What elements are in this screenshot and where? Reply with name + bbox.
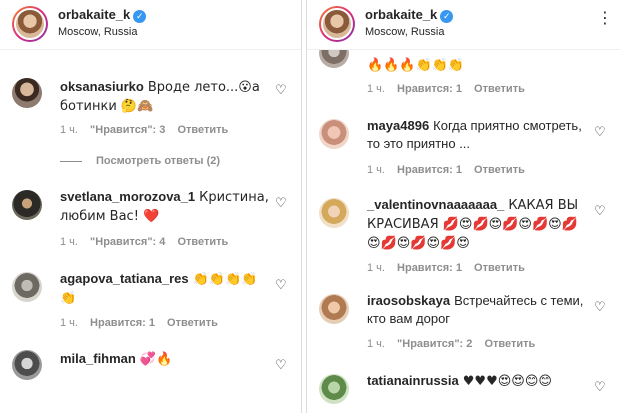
commenter-avatar[interactable] [319, 198, 349, 228]
heart-outline-icon[interactable]: ♡ [275, 278, 287, 291]
comment-text-block: svetlana_morozova_1 Кристина, любим Вас! … [60, 188, 269, 226]
comment-text-block: tatianainrussia ♥♥♥😍😍😊😊 [367, 372, 584, 391]
heart-outline-icon[interactable]: ♡ [275, 358, 287, 371]
view-replies-label[interactable]: Посмотреть ответы (2) [96, 155, 220, 167]
comment-meta: 1 ч. "Нравится": 4 Ответить [60, 236, 237, 248]
comment-username[interactable]: _valentinovnaaaaaaa_ [367, 197, 504, 212]
post-header: orbakaite_k ✓ Moscow, Russia [0, 0, 301, 50]
header-username[interactable]: orbakaite_k [365, 7, 437, 22]
comment-likes[interactable]: "Нравится": 3 [90, 124, 165, 136]
verified-badge-icon: ✓ [133, 10, 147, 23]
reply-button[interactable]: Ответить [474, 164, 525, 176]
reply-button[interactable]: Ответить [177, 124, 228, 136]
comment-meta: 1 ч. "Нравится": 3 Ответить [60, 124, 237, 136]
comment-likes[interactable]: "Нравится": 4 [90, 236, 165, 248]
commenter-avatar[interactable] [12, 350, 42, 380]
header-location[interactable]: Moscow, Russia [365, 26, 444, 38]
comment-text-block: _valentinovnaaaaaaa_ КАКАЯ ВЫ КРАСИВАЯ 💋😍… [367, 196, 584, 253]
comment-likes[interactable]: Нравится: 1 [90, 317, 155, 329]
comment-text-block: oksanasiurko Вроде лето...😮а ботинки 🤔🙈 [60, 78, 265, 116]
header-location[interactable]: Moscow, Russia [58, 26, 137, 38]
comment-text: 💞🔥 [139, 352, 173, 367]
header-username-link[interactable]: orbakaite_k ✓ [58, 7, 147, 23]
comments-panel-right: 🔥🔥🔥👏👏👏 1 ч. Нравится: 1 Ответить orbakai… [307, 0, 620, 413]
comment-meta: 1 ч. Нравится: 1 Ответить [60, 317, 227, 329]
commenter-avatar[interactable] [319, 294, 349, 324]
commenter-avatar[interactable] [319, 374, 349, 404]
comment-likes[interactable]: Нравится: 1 [397, 262, 462, 274]
comment-likes[interactable]: Нравится: 1 [397, 164, 462, 176]
heart-outline-icon[interactable]: ♡ [594, 300, 606, 313]
comment-text: ♥♥♥😍😍😊😊 [462, 374, 552, 389]
comment-time[interactable]: 1 ч. [367, 338, 385, 350]
heart-outline-icon[interactable]: ♡ [594, 380, 606, 393]
comment-username[interactable]: oksanasiurko [60, 79, 144, 94]
commenter-avatar[interactable] [12, 78, 42, 108]
comment-text-block: agapova_tatiana_res 👏👏👏👏👏 [60, 270, 265, 308]
profile-avatar[interactable] [319, 6, 355, 42]
reply-button[interactable]: Ответить [167, 317, 218, 329]
comment-likes[interactable]: "Нравится": 2 [397, 338, 472, 350]
replies-divider-line [60, 160, 82, 162]
comment-username[interactable]: agapova_tatiana_res [60, 271, 189, 286]
comment-meta: 1 ч. Нравится: 1 Ответить [367, 164, 534, 176]
post-header: orbakaite_k ✓ Moscow, Russia ⋮ [307, 0, 620, 50]
comment-meta: 1 ч. "Нравится": 2 Ответить [367, 338, 544, 350]
heart-outline-icon[interactable]: ♡ [275, 83, 287, 96]
comment-likes[interactable]: Нравится: 1 [397, 83, 462, 95]
comment-username[interactable]: svetlana_morozova_1 [60, 189, 195, 204]
comment-meta: 1 ч. Нравится: 1 Ответить [367, 83, 534, 95]
comment-text-block: mila_fihman 💞🔥 [60, 350, 265, 369]
comment-time[interactable]: 1 ч. [60, 124, 78, 136]
comment-text: 🔥🔥🔥👏👏👏 [367, 58, 465, 73]
more-options-icon[interactable]: ⋮ [597, 8, 613, 28]
comment-time[interactable]: 1 ч. [367, 164, 385, 176]
comment-time[interactable]: 1 ч. [60, 317, 78, 329]
header-username-link[interactable]: orbakaite_k ✓ [365, 7, 454, 23]
header-username[interactable]: orbakaite_k [58, 7, 130, 22]
comment-text-block: 🔥🔥🔥👏👏👏 [367, 56, 584, 75]
verified-badge-icon: ✓ [440, 10, 454, 23]
commenter-avatar[interactable] [12, 272, 42, 302]
reply-button[interactable]: Ответить [177, 236, 228, 248]
reply-button[interactable]: Ответить [484, 338, 535, 350]
reply-button[interactable]: Ответить [474, 83, 525, 95]
heart-outline-icon[interactable]: ♡ [594, 204, 606, 217]
comment-time[interactable]: 1 ч. [367, 83, 385, 95]
comments-panel-left: orbakaite_k ✓ Moscow, Russia oksanasiurko… [0, 0, 301, 413]
comment-time[interactable]: 1 ч. [367, 262, 385, 274]
comment-text-block: iraosobskaya Встречайтесь с теми, кто вам… [367, 292, 584, 328]
comment-username[interactable]: maya4896 [367, 118, 429, 133]
heart-outline-icon[interactable]: ♡ [275, 196, 287, 209]
comment-username[interactable]: tatianainrussia [367, 373, 459, 388]
commenter-avatar[interactable] [319, 119, 349, 149]
heart-outline-icon[interactable]: ♡ [594, 125, 606, 138]
comment-time[interactable]: 1 ч. [60, 236, 78, 248]
reply-button[interactable]: Ответить [474, 262, 525, 274]
comment-text-block: maya4896 Когда приятно смотреть, то это п… [367, 117, 584, 153]
view-replies-button[interactable]: Посмотреть ответы (2) [60, 155, 220, 167]
comment-username[interactable]: iraosobskaya [367, 293, 450, 308]
commenter-avatar[interactable] [12, 190, 42, 220]
profile-avatar[interactable] [12, 6, 48, 42]
comment-username[interactable]: mila_fihman [60, 351, 136, 366]
comment-meta: 1 ч. Нравится: 1 Ответить [367, 262, 534, 274]
